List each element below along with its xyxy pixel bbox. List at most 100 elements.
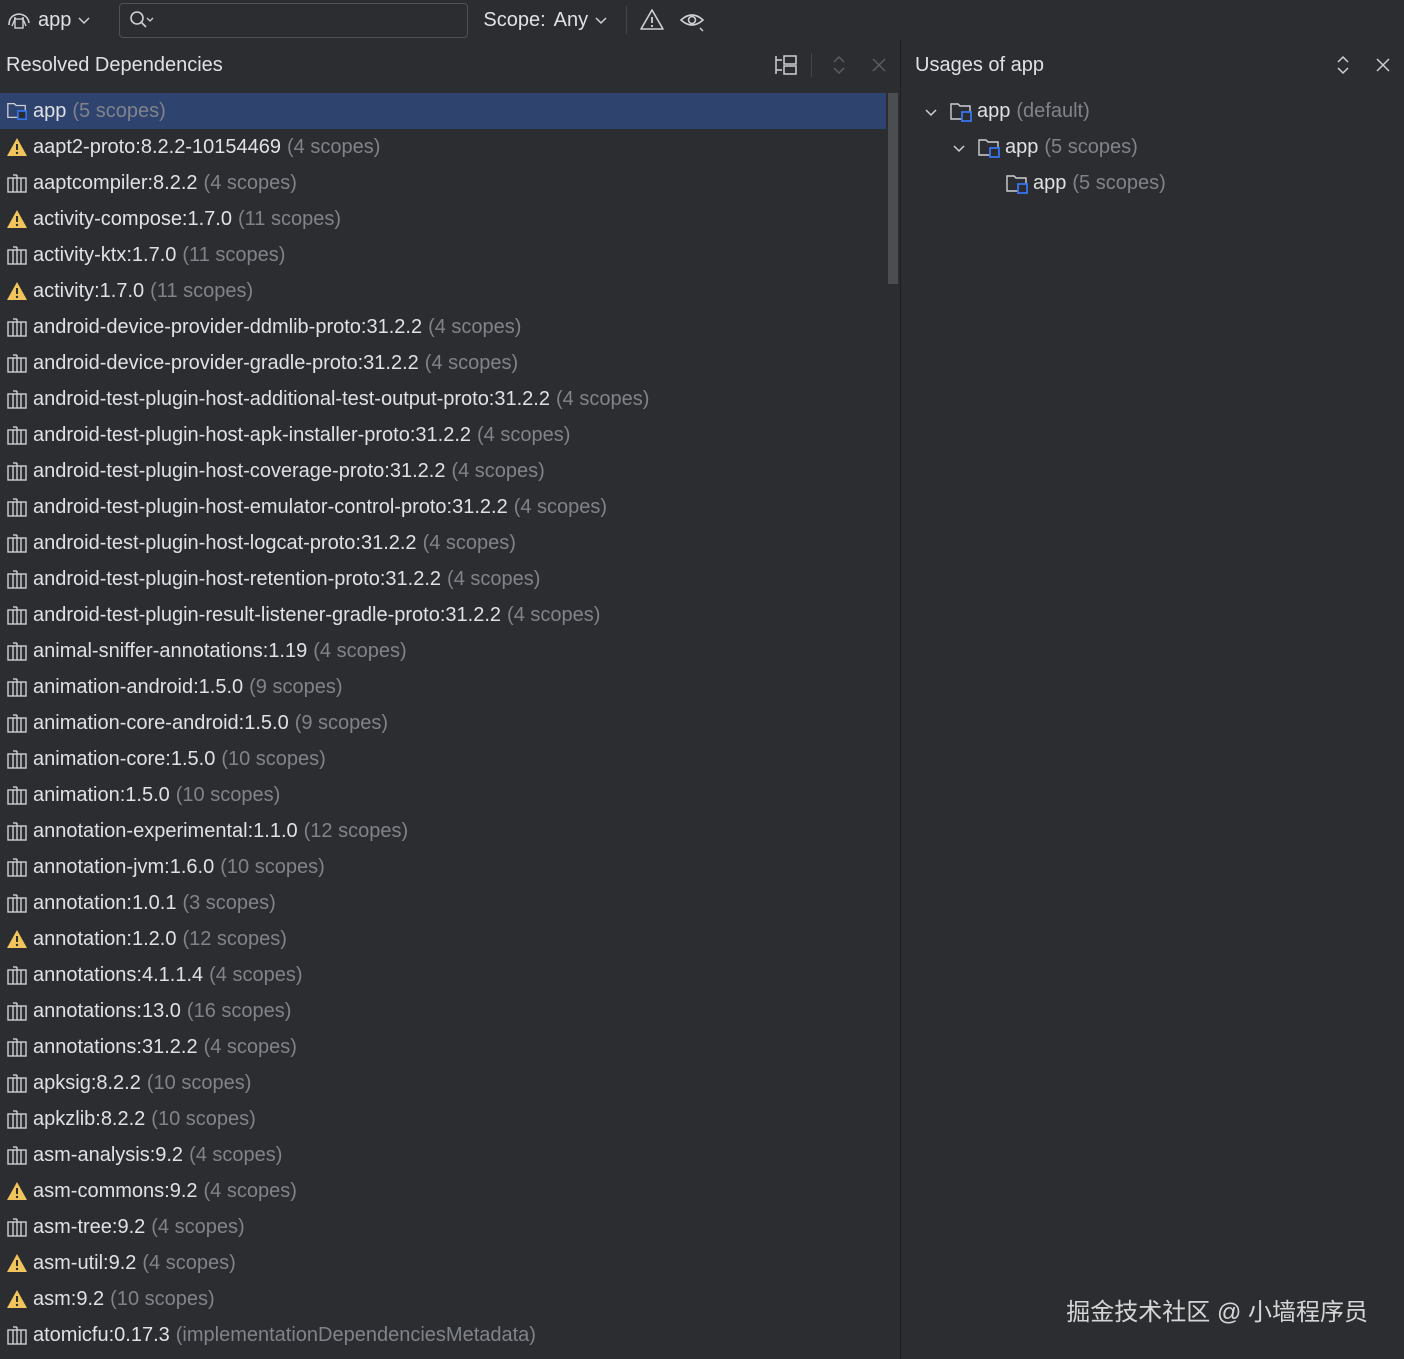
dependency-scopes: (10 scopes) [146,1071,252,1094]
usage-row[interactable]: app (5 scopes) [901,165,1404,201]
expand-collapse-icon[interactable] [826,52,852,78]
dependency-row[interactable]: annotation-jvm:1.6.0 (10 scopes) [0,849,886,885]
dependency-name: asm-util:9.2 [33,1251,137,1274]
dependency-name: activity-ktx:1.7.0 [33,243,177,266]
dependency-scopes: (16 scopes) [186,999,292,1022]
dependency-row[interactable]: android-test-plugin-host-logcat-proto:31… [0,525,886,561]
dependency-row[interactable]: apksig:8.2.2 (10 scopes) [0,1065,886,1101]
dependency-row[interactable]: asm-analysis:9.2 (4 scopes) [0,1137,886,1173]
warning-icon [6,136,28,158]
dependency-name: android-device-provider-gradle-proto:31.… [33,351,419,374]
dependency-scopes: (4 scopes) [428,315,522,338]
dependency-name: asm-tree:9.2 [33,1215,146,1238]
chevron-down-icon[interactable] [951,139,967,155]
dependency-scopes: (5 scopes) [72,99,166,122]
dependency-row[interactable]: asm:9.2 (10 scopes) [0,1281,886,1317]
dependency-scopes: (10 scopes) [151,1107,256,1130]
usage-row[interactable]: app (5 scopes) [901,129,1404,165]
library-icon [6,712,28,734]
library-icon [6,676,28,698]
warning-filter-icon[interactable] [639,7,665,33]
chevron-down-icon[interactable] [923,103,939,119]
chevron-down-icon [595,17,607,25]
group-by-icon[interactable] [773,52,799,78]
search-field[interactable] [119,2,469,38]
warning-icon [6,928,28,950]
dependency-row[interactable]: annotations:4.1.1.4 (4 scopes) [0,957,886,993]
module-name: app [38,8,72,31]
dependency-scopes: (4 scopes) [507,603,601,626]
dependency-row[interactable]: apkzlib:8.2.2 (10 scopes) [0,1101,886,1137]
panel-header-actions [1316,52,1396,78]
scrollbar[interactable] [886,93,900,1359]
dependency-row[interactable]: asm-util:9.2 (4 scopes) [0,1245,886,1281]
close-icon[interactable] [866,52,892,78]
dependency-name: android-device-provider-ddmlib-proto:31.… [33,315,423,338]
scope-label: Scope: [483,8,546,31]
dependency-row[interactable]: annotation-experimental:1.1.0 (12 scopes) [0,813,886,849]
dependency-scopes: (11 scopes) [237,207,341,230]
dependency-row[interactable]: animation-core:1.5.0 (10 scopes) [0,741,886,777]
module-icon [6,100,28,122]
dependency-row[interactable]: annotation:1.0.1 (3 scopes) [0,885,886,921]
dependency-row[interactable]: animation-android:1.5.0 (9 scopes) [0,669,886,705]
scrollbar-thumb[interactable] [888,93,898,284]
dependency-scopes: (4 scopes) [151,1215,245,1238]
library-icon [6,748,28,770]
dependency-scopes: (9 scopes) [294,711,389,734]
scope-selector[interactable]: Scope: Any [483,9,608,32]
dependency-row[interactable]: asm-commons:9.2 (4 scopes) [0,1173,886,1209]
dependency-row[interactable]: animation-core-android:1.5.0 (9 scopes) [0,705,886,741]
dependency-row[interactable]: android-test-plugin-host-additional-test… [0,381,886,417]
dependency-row[interactable]: aaptcompiler:8.2.2 (4 scopes) [0,165,886,201]
usage-scopes: (default) [1016,99,1090,122]
module-selector[interactable]: app [6,2,91,38]
dependency-row[interactable]: annotations:31.2.2 (4 scopes) [0,1029,886,1065]
dependency-row[interactable]: android-test-plugin-result-listener-grad… [0,597,886,633]
expand-collapse-icon[interactable] [1330,52,1356,78]
dependency-row[interactable]: activity-ktx:1.7.0 (11 scopes) [0,237,886,273]
dependency-row[interactable]: aapt2-proto:8.2.2-10154469 (4 scopes) [0,129,886,165]
dependency-row[interactable]: activity:1.7.0 (11 scopes) [0,273,886,309]
dependency-row[interactable]: android-test-plugin-host-retention-proto… [0,561,886,597]
dependency-row[interactable]: android-device-provider-ddmlib-proto:31.… [0,309,886,345]
library-icon [6,388,28,410]
dependency-row[interactable]: asm-tree:9.2 (4 scopes) [0,1209,886,1245]
dependency-row[interactable]: activity-compose:1.7.0 (11 scopes) [0,201,886,237]
dependency-row[interactable]: android-test-plugin-host-apk-installer-p… [0,417,886,453]
dependency-row[interactable]: annotation:1.2.0 (12 scopes) [0,921,886,957]
panel-title: Usages of app [915,53,1044,76]
library-icon [6,604,28,626]
dependency-row[interactable]: animal-sniffer-annotations:1.19 (4 scopes… [0,633,886,669]
dependency-row[interactable]: android-device-provider-gradle-proto:31.… [0,345,886,381]
chevron-down-icon [78,17,90,25]
toolbar-separator [626,6,628,34]
usage-name: app [977,99,1011,122]
search-input[interactable] [160,8,451,32]
dependency-name: android-test-plugin-host-coverage-proto:… [33,459,446,482]
dependency-scopes: (4 scopes) [313,639,407,662]
dependency-row[interactable]: app (5 scopes) [0,93,886,129]
library-icon [6,1072,28,1094]
dependency-row[interactable]: annotations:13.0 (16 scopes) [0,993,886,1029]
close-icon[interactable] [1370,52,1396,78]
usage-row[interactable]: app (default) [901,93,1404,129]
watermark: 掘金技术社区 @ 小墙程序员 [1066,1299,1368,1326]
eye-icon[interactable] [679,7,705,33]
dependency-row[interactable]: android-test-plugin-host-emulator-contro… [0,489,886,525]
usages-panel: Usages of app app (default) app (5 scopes) a… [901,40,1404,1359]
library-icon [6,640,28,662]
search-icon [130,11,154,28]
library-icon [6,1324,28,1346]
dependency-scopes: (12 scopes) [182,927,287,950]
dependency-name: annotations:4.1.1.4 [33,963,204,986]
dependency-row[interactable]: android-test-plugin-host-coverage-proto:… [0,453,886,489]
usage-scopes: (5 scopes) [1072,171,1166,194]
panel-title: Resolved Dependencies [6,53,223,76]
dependency-name: app [33,99,67,122]
dependency-row[interactable]: animation:1.5.0 (10 scopes) [0,777,886,813]
library-icon [6,496,28,518]
dependency-scopes: (10 scopes) [110,1287,215,1310]
dependency-row[interactable]: atomicfu:0.17.3 (implementationDependenci… [0,1317,886,1353]
library-icon [6,1000,28,1022]
